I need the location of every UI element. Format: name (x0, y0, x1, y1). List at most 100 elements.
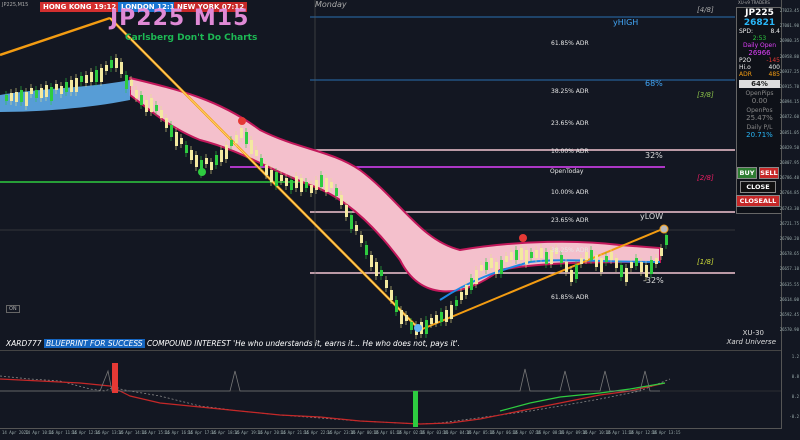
open-pips-value: 0.00 (751, 97, 768, 105)
trend-line-1 (0, 16, 111, 57)
spike-green (413, 391, 418, 427)
sub-indicator-panel[interactable] (0, 350, 782, 429)
sell-button[interactable]: SELL (759, 167, 779, 179)
panel-timer: 2:53 (752, 35, 767, 42)
pct-m32-label: -32% (643, 276, 664, 285)
p2o-value: -145 (766, 57, 780, 64)
price-axis-tick: 26807.95 (779, 160, 799, 165)
adr-618-up-label: 61.85% ADR (551, 40, 589, 47)
open-pos-value: 25.47% (746, 114, 773, 122)
spd-value: 8.4 (770, 28, 780, 35)
price-axis-tick: 26635.55 (779, 281, 799, 287)
adr-382-up-label: 38.25% ADR (551, 88, 589, 95)
price-axis-tick: 26829.50 (779, 144, 799, 150)
pct-badge: 64% (739, 80, 780, 88)
price-axis-tick: 26980.35 (779, 38, 799, 44)
adr-value: 485 (768, 71, 780, 78)
price-axis-tick: 26592.45 (779, 312, 799, 317)
daily-pl-value: 20.71% (746, 131, 773, 139)
signal-dot-green (198, 168, 206, 176)
price-axis-tick: 26958.80 (779, 53, 799, 59)
indicator-canvas (0, 363, 782, 427)
signal-dot-current (659, 224, 669, 234)
pct-32-label: 32% (645, 151, 663, 160)
indicator-axis-tick: 0.2 (791, 394, 799, 399)
hilo-label: Hi.o (739, 64, 751, 71)
adr-10-dn-label: 10.00% ADR (551, 189, 589, 196)
price-axis-tick: 26721.75 (779, 220, 799, 226)
closeall-button[interactable]: CLOSEALL (736, 195, 780, 207)
chart-symbol-label: JP225,M15 (2, 2, 29, 8)
chart-subtitle: Carlsberg Don't Do Charts (125, 33, 258, 43)
session-label: HONG KONG 19:12 (43, 3, 117, 11)
marquee-text: COMPOUND INTEREST 'He who understands it… (146, 339, 460, 348)
low-marker (414, 324, 422, 332)
daily-pl-label: Daily P/L (746, 124, 773, 131)
marquee-highlight: BLUEPRINT FOR SUCCESS (43, 339, 145, 348)
adr-label: ADR (739, 71, 752, 78)
ylow-label: yLOW (640, 212, 664, 221)
adr-618-dn-label: 61.85% ADR (551, 294, 589, 301)
signal-dot-red-2 (519, 234, 527, 242)
price-axis: 27023.45 27001.90 26980.35 26958.80 26937.25… (779, 0, 800, 439)
price-axis-tick: 26872.60 (779, 114, 799, 120)
open-today-label: OpenToday (550, 168, 584, 175)
pct-68-label: 68% (645, 79, 663, 88)
price-axis-tick: 27023.45 (779, 8, 799, 13)
time-axis-tick: 18 Apr 13:15 (651, 430, 681, 435)
daily-open-value: 26966 (748, 49, 771, 57)
chart-title: JP225 M15 (110, 6, 250, 31)
indicator-axis-tick: 0.8 (791, 374, 799, 379)
brand-line2: Xard Universe (726, 338, 776, 346)
top-right-label: XU-v9 TRADERS (738, 0, 770, 5)
day-label: Monday (315, 0, 347, 9)
daily-open-label: Daily Open (742, 42, 777, 49)
on-badge[interactable]: ON (6, 305, 20, 313)
oscillator-line-green (499, 382, 666, 412)
price-axis-tick: 26915.70 (779, 84, 799, 89)
octave-1-8: [1/8] (697, 258, 714, 266)
p2o-label: P2O (739, 57, 752, 64)
price-axis-tick: 26657.10 (779, 266, 799, 272)
open-pips-label: OpenPips (745, 90, 774, 97)
adr-row: ADR 485 (737, 71, 782, 78)
oscillator-line-red (0, 378, 666, 425)
signal-line (0, 375, 671, 425)
price-axis-tick: 26937.25 (779, 68, 799, 74)
signal-dot-red (238, 117, 246, 125)
buy-button[interactable]: BUY (737, 167, 757, 179)
price-axis-tick: 26743.30 (779, 205, 799, 211)
price-axis-tick: 27001.90 (779, 23, 799, 29)
adr-236-up-label: 23.65% ADR (551, 120, 589, 127)
time-axis: 14 Apr 2022 14 Apr 10:15 14 Apr 11:15 14 Ap… (0, 428, 782, 440)
adr-236-dn-label: 23.65% ADR (551, 217, 589, 224)
indicator-axis-tick: 1.2 (791, 354, 799, 359)
histogram-spikes (0, 368, 660, 392)
panel-price: 26821 (743, 18, 776, 28)
octave-2-8: [2/8] (697, 174, 714, 182)
octave-3-8: [3/8] (697, 91, 714, 99)
price-axis-tick: 26700.20 (779, 236, 799, 241)
panel-spd-row: SPD: 8.4 (737, 28, 782, 35)
brand-line1: XU-30 (742, 329, 764, 337)
price-axis-tick: 26614.00 (779, 296, 799, 302)
close-button[interactable]: CLOSE (740, 181, 776, 193)
hilo-value: 400 (768, 64, 780, 71)
p2o-row: P2O -145 (737, 57, 782, 64)
octave-4-8: [4/8] (697, 6, 714, 14)
price-chart[interactable]: HONG KONG 19:12 LONDON 12:12 NEW YORK 07… (0, 0, 782, 348)
price-axis-tick: 26764.85 (779, 190, 799, 196)
adr-382-dn-label: 38.25% ADR (551, 247, 589, 254)
price-axis-tick: 26678.65 (779, 251, 799, 257)
marquee: XARD777 BLUEPRINT FOR SUCCESS COMPOUND I… (6, 339, 460, 348)
price-axis-tick: 26570.90 (779, 327, 799, 333)
indicator-axis-tick: -0.2 (789, 414, 799, 419)
adr-10-up-label: 10.00% ADR (551, 148, 589, 155)
session-hongkong: HONG KONG 19:12 (40, 2, 120, 12)
spike-red (112, 363, 118, 393)
chart-canvas (0, 0, 735, 348)
hilo-row: Hi.o 400 (737, 64, 782, 71)
price-axis-tick: 26786.40 (779, 175, 799, 181)
open-pos-label: OpenPos (746, 107, 773, 114)
price-axis-tick: 26894.15 (779, 99, 799, 105)
